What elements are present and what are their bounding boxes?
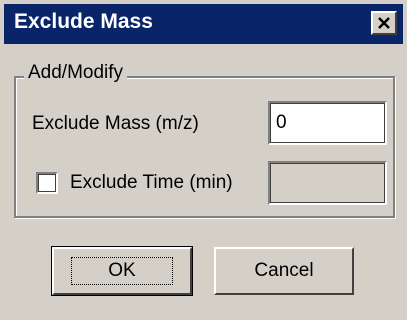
exclude-time-input[interactable] (268, 161, 387, 205)
exclude-mass-dialog: Exclude Mass Add/Modify Exclude Mass (m/… (0, 0, 407, 320)
group-legend: Add/Modify (24, 62, 128, 84)
exclude-mass-input[interactable] (268, 101, 387, 145)
exclude-mass-label: Exclude Mass (m/z) (32, 113, 199, 134)
exclude-time-label[interactable]: Exclude Time (min) (70, 172, 233, 194)
ok-button-label: OK (71, 257, 173, 285)
dialog-title: Exclude Mass (14, 10, 153, 33)
cancel-button-label: Cancel (254, 260, 314, 281)
exclude-time-checkbox[interactable] (36, 172, 58, 194)
close-button[interactable] (371, 11, 397, 35)
cancel-button[interactable]: Cancel (214, 247, 354, 295)
title-bar[interactable]: Exclude Mass (4, 4, 403, 44)
ok-button[interactable]: OK (51, 246, 193, 296)
close-icon (378, 17, 390, 29)
